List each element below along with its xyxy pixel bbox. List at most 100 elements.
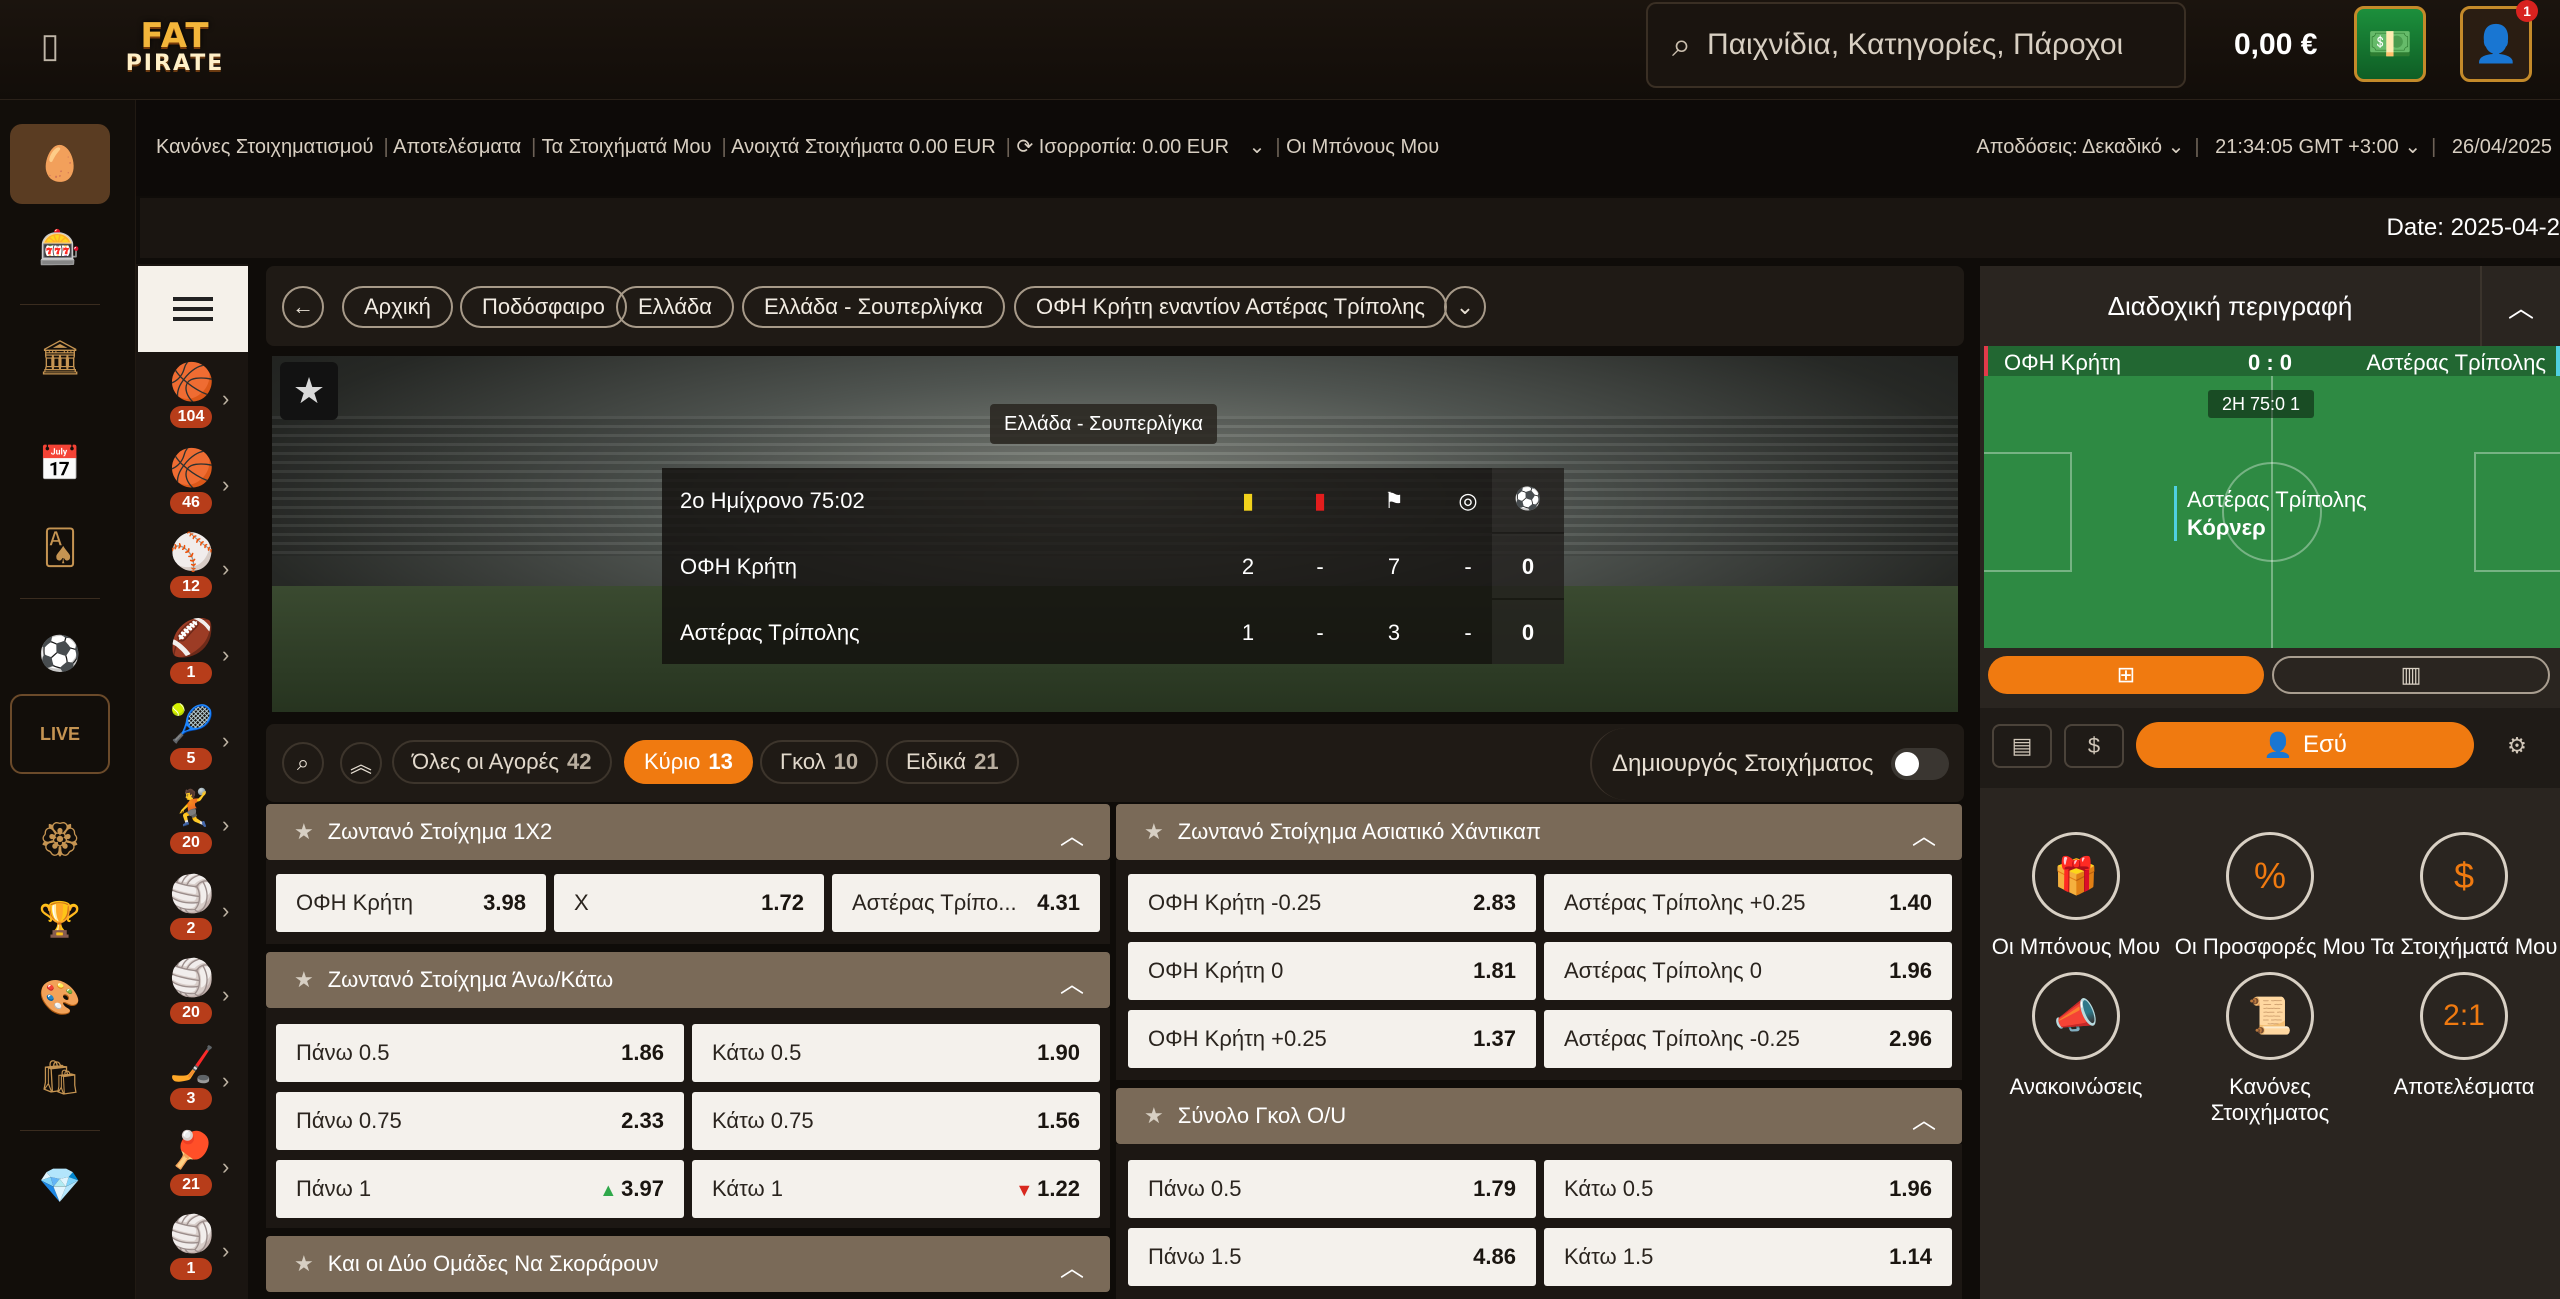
link-results[interactable]: Αποτελέσματα <box>393 136 521 158</box>
odd-button[interactable]: Κάτω 0.5 1.90 <box>692 1024 1100 1082</box>
chevron-down-icon[interactable]: ⌄ <box>1444 286 1486 328</box>
collapse-all-icon[interactable]: ︽ <box>340 742 382 784</box>
odd-button[interactable]: Πάνω 0.5 1.79 <box>1128 1160 1536 1218</box>
menu-button[interactable] <box>138 266 248 352</box>
sport-item[interactable]: ⚾ 12 › <box>164 530 234 610</box>
rail-calendar-icon[interactable]: 📅 <box>10 424 110 504</box>
odd-button[interactable]: Κάτω 0.5 1.96 <box>1544 1160 1952 1218</box>
rail-cards-icon[interactable]: 🂡 <box>10 508 110 588</box>
chevron-up-icon[interactable]: ︿ <box>1912 1100 1936 1135</box>
tab-main[interactable]: Κύριο 13 <box>624 740 753 784</box>
pitch-view-tab[interactable]: ⊞ <box>1988 656 2264 694</box>
odd-button[interactable]: X 1.72 <box>554 874 824 932</box>
star-icon[interactable]: ★ <box>294 1251 314 1277</box>
star-icon[interactable]: ★ <box>294 967 314 993</box>
stats-view-tab[interactable]: ▥ <box>2272 656 2550 694</box>
sport-item[interactable]: 🏐 1 › <box>164 1212 234 1292</box>
market-header-asian-handicap[interactable]: ★ Ζωντανό Στοίχημα Ασιατικό Χάντικαπ ︿ <box>1116 804 1962 860</box>
receipt-icon[interactable]: $ <box>2064 724 2124 768</box>
sport-item[interactable]: 🎾 5 › <box>164 702 234 782</box>
market-header-total-goals[interactable]: ★ Σύνολο Γκολ Ο/U ︿ <box>1116 1088 1962 1144</box>
search-input[interactable]: ⌕ Παιχνίδια, Κατηγορίες, Πάροχοι <box>1646 2 2186 88</box>
odd-button[interactable]: Πάνω 0.5 1.86 <box>276 1024 684 1082</box>
logo[interactable]: FAT PIRATE <box>100 14 250 80</box>
breadcrumb-home[interactable]: Αρχική <box>342 286 453 328</box>
odd-button[interactable]: ΟΦΗ Κρήτη 3.98 <box>276 874 546 932</box>
toggle-switch[interactable] <box>1891 748 1950 780</box>
sport-item[interactable]: 🤾 20 › <box>164 786 234 866</box>
market-header-1x2[interactable]: ★ Ζωντανό Στοίχημα 1X2 ︿ <box>266 804 1110 860</box>
odd-button[interactable]: Κάτω 1 ▼ 1.22 <box>692 1160 1100 1218</box>
sport-item[interactable]: 🏐 20 › <box>164 956 234 1036</box>
chevron-up-icon[interactable]: ︿ <box>1060 964 1084 999</box>
chevron-up-icon[interactable]: ︿ <box>2480 266 2560 346</box>
quick-link-rules[interactable]: 📜 Κανόνες Στοιχήματος <box>2174 972 2366 1127</box>
search-markets-icon[interactable]: ⌕ <box>282 742 324 784</box>
back-arrow-icon[interactable]: ← <box>282 286 324 328</box>
sport-item[interactable]: 🏒 3 › <box>164 1042 234 1122</box>
star-icon[interactable]: ★ <box>1144 819 1164 845</box>
market-header-btts[interactable]: ★ Και οι Δύο Ομάδες Να Σκοράρουν ︿ <box>266 1236 1110 1292</box>
star-icon[interactable]: ★ <box>294 819 314 845</box>
star-icon[interactable]: ★ <box>1144 1103 1164 1129</box>
quick-link-bonuses[interactable]: 🎁 Οι Μπόνους Μου <box>1980 832 2172 960</box>
rail-live-button[interactable]: LIVE <box>10 694 110 774</box>
link-my-bets[interactable]: Τα Στοιχήματά Μου <box>542 136 712 158</box>
sport-item[interactable]: 🏀 46 › <box>164 446 234 526</box>
refresh-icon[interactable]: ⟳ <box>1016 136 1033 158</box>
rail-promo-icon[interactable]: 🎨 <box>10 958 110 1038</box>
breadcrumb-match[interactable]: ΟΦΗ Κρήτη εναντίον Αστέρας Τρίπολης <box>1014 286 1448 328</box>
odd-button[interactable]: Κάτω 1.5 1.14 <box>1544 1228 1952 1286</box>
you-button[interactable]: 👤 Εσύ <box>2136 722 2474 768</box>
odd-button[interactable]: Αστέρας Τρίπολης 0 1.96 <box>1544 942 1952 1000</box>
balance[interactable]: 0,00 € <box>2234 28 2317 62</box>
odd-button[interactable]: Πάνω 1.5 4.86 <box>1128 1228 1536 1286</box>
quick-link-my-bets[interactable]: $ Τα Στοιχήματά Μου <box>2368 832 2560 960</box>
sport-item[interactable]: 🏓 21 › <box>164 1128 234 1208</box>
odd-button[interactable]: Πάνω 1 ▲ 3.97 <box>276 1160 684 1218</box>
clock[interactable]: 21:34:05 GMT +3:00 <box>2215 136 2399 158</box>
quick-link-offers[interactable]: % Οι Προσφορές Μου <box>2174 832 2366 960</box>
breadcrumb-football[interactable]: Ποδόσφαιρο <box>460 286 627 328</box>
betslip-icon[interactable]: ▤ <box>1992 724 2052 768</box>
rail-sports-icon[interactable]: ⚽ <box>10 614 110 694</box>
chevron-down-icon[interactable]: ⌄ <box>1249 136 1266 158</box>
odd-button[interactable]: Αστέρας Τρίπολης -0.25 2.96 <box>1544 1010 1952 1068</box>
odd-button[interactable]: ΟΦΗ Κρήτη 0 1.81 <box>1128 942 1536 1000</box>
rail-rewards-icon[interactable]: 🏵 <box>10 800 110 880</box>
deposit-button[interactable]: 💵 <box>2354 6 2426 82</box>
rail-shop-icon[interactable]: 🛍 <box>10 1038 110 1118</box>
tab-goals[interactable]: Γκολ 10 <box>760 740 879 784</box>
chevron-up-icon[interactable]: ︿ <box>1060 1248 1084 1283</box>
breadcrumb-league[interactable]: Ελλάδα - Σουπερλίγκα <box>742 286 1005 328</box>
link-my-bonuses[interactable]: Οι Μπόνους Μου <box>1286 136 1439 158</box>
tab-all-markets[interactable]: Όλες οι Αγορές 42 <box>392 740 612 784</box>
odds-format-select[interactable]: Αποδόσεις: Δεκαδικό <box>1976 136 2162 158</box>
rail-casino-icon[interactable]: 🎰 <box>10 208 110 288</box>
odd-button[interactable]: Πάνω 0.75 2.33 <box>276 1092 684 1150</box>
sidebar-toggle-icon[interactable]: ▯ <box>26 24 74 68</box>
chevron-up-icon[interactable]: ︿ <box>1912 816 1936 851</box>
rail-vip-icon[interactable]: 💎 <box>10 1146 110 1226</box>
chevron-up-icon[interactable]: ︿ <box>1060 816 1084 851</box>
market-header-over-under[interactable]: ★ Ζωντανό Στοίχημα Άνω/Κάτω ︿ <box>266 952 1110 1008</box>
breadcrumb-greece[interactable]: Ελλάδα <box>616 286 735 328</box>
tab-specials[interactable]: Ειδικά 21 <box>886 740 1019 784</box>
rail-trophy-icon[interactable]: 🏆 <box>10 880 110 960</box>
odd-button[interactable]: ΟΦΗ Κρήτη +0.25 1.37 <box>1128 1010 1536 1068</box>
link-open-bets[interactable]: Ανοιχτά Στοιχήματα 0.00 EUR <box>731 136 996 158</box>
odd-button[interactable]: Κάτω 0.75 1.56 <box>692 1092 1100 1150</box>
rail-home-icon[interactable]: 🥚 <box>10 124 110 204</box>
odd-button[interactable]: Αστέρας Τρίπολης +0.25 1.40 <box>1544 874 1952 932</box>
sport-item[interactable]: 🏈 1 › <box>164 616 234 696</box>
rail-house-icon[interactable]: 🏛 <box>10 318 110 398</box>
sport-item[interactable]: 🏐 2 › <box>164 872 234 952</box>
odd-button[interactable]: ΟΦΗ Κρήτη -0.25 2.83 <box>1128 874 1536 932</box>
settings-gear-icon[interactable]: ⚙ <box>2486 724 2548 768</box>
favorite-star-icon[interactable]: ★ <box>280 362 338 420</box>
quick-link-announcements[interactable]: 📣 Ανακοινώσεις <box>1980 972 2172 1100</box>
quick-link-results[interactable]: 2:1 Αποτελέσματα <box>2368 972 2560 1100</box>
bet-builder-toggle[interactable]: Δημιουργός Στοιχήματος <box>1590 728 1960 800</box>
odd-button[interactable]: Αστέρας Τρίπο... 4.31 <box>832 874 1100 932</box>
sport-item[interactable]: 🏀 104 › <box>164 360 234 440</box>
